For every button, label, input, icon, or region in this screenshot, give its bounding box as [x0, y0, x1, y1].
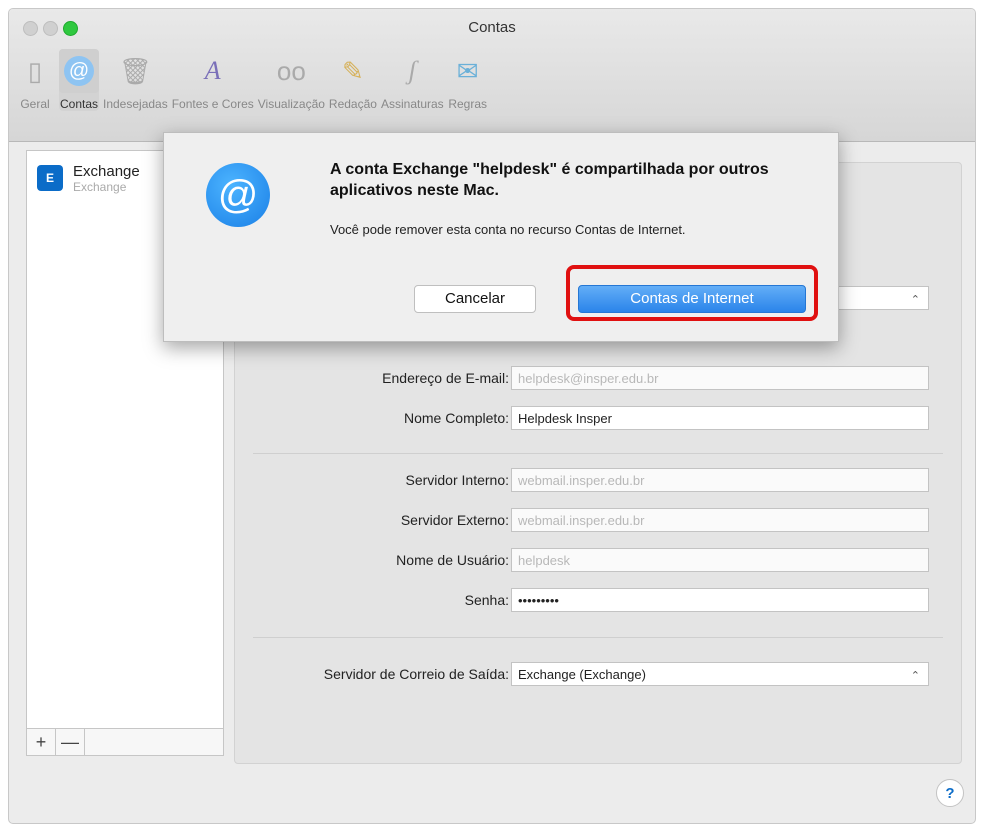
fullname-field[interactable]: Helpdesk Insper	[511, 406, 929, 430]
outgoing-server-select[interactable]: Exchange (Exchange)	[511, 662, 929, 688]
tab-indesejadas[interactable]: 🗑 Indesejadas	[103, 49, 168, 112]
fonts-icon: A	[204, 56, 221, 85]
glasses-icon: oo	[276, 55, 306, 86]
internal-server-label: Servidor Interno:	[405, 472, 510, 488]
tab-visualizacao[interactable]: oo Visualização	[258, 49, 325, 112]
trash-icon: 🗑	[118, 55, 152, 86]
help-button[interactable]: ?	[936, 779, 964, 807]
external-server-label: Servidor Externo:	[400, 512, 509, 528]
switch-icon: ▯	[27, 55, 43, 86]
username-label: Nome de Usuário:	[396, 552, 509, 568]
dialog-title: A conta Exchange "helpdesk" é compartilh…	[330, 161, 769, 199]
preferences-toolbar: ▯ Geral @ Contas 🗑 Indesejadas A Fontes …	[15, 49, 492, 111]
add-account-button[interactable]: +	[27, 729, 56, 755]
shared-account-dialog: @ A conta Exchange "helpdesk" é comparti…	[163, 132, 839, 342]
username-field[interactable]: helpdesk	[511, 548, 929, 572]
exchange-icon: E	[37, 165, 63, 191]
account-name: Exchange	[73, 162, 140, 180]
internal-server-field[interactable]: webmail.insper.edu.br	[511, 468, 929, 492]
internet-accounts-button[interactable]: Contas de Internet	[578, 285, 806, 313]
at-sign-icon: @	[206, 163, 270, 227]
cancel-button[interactable]: Cancelar	[414, 285, 536, 313]
email-field[interactable]: helpdesk@insper.edu.br	[511, 366, 929, 390]
signature-icon: ʃ	[408, 56, 417, 85]
tab-redacao[interactable]: ✎ Redação	[329, 49, 377, 112]
email-label: Endereço de E-mail:	[382, 370, 509, 386]
remove-account-button[interactable]: —	[56, 729, 85, 755]
tab-fontes-e-cores[interactable]: A Fontes e Cores	[172, 49, 254, 111]
at-sign-icon: @	[59, 49, 99, 93]
dialog-message: Você pode remover esta conta no recurso …	[330, 222, 686, 237]
titlebar: Contas ▯ Geral @ Contas 🗑 Indesejadas A …	[9, 9, 975, 142]
tab-regras[interactable]: ✉ Regras	[448, 49, 488, 112]
accounts-list-footer: + —	[26, 728, 224, 756]
outgoing-server-label: Servidor de Correio de Saída:	[323, 666, 509, 682]
tab-contas[interactable]: @ Contas	[59, 49, 99, 111]
fullname-label: Nome Completo:	[403, 410, 509, 426]
rules-icon: ✉	[456, 55, 479, 86]
tab-assinaturas[interactable]: ʃ Assinaturas	[381, 49, 444, 111]
window-title: Contas	[468, 19, 516, 36]
password-label: Senha:	[464, 592, 509, 608]
password-field[interactable]: •••••••••	[511, 588, 929, 612]
pencil-icon: ✎	[342, 55, 364, 86]
tab-geral[interactable]: ▯ Geral	[15, 49, 55, 112]
divider	[253, 637, 943, 638]
divider	[253, 453, 943, 454]
external-server-field[interactable]: webmail.insper.edu.br	[511, 508, 929, 532]
account-type: Exchange	[73, 179, 127, 194]
